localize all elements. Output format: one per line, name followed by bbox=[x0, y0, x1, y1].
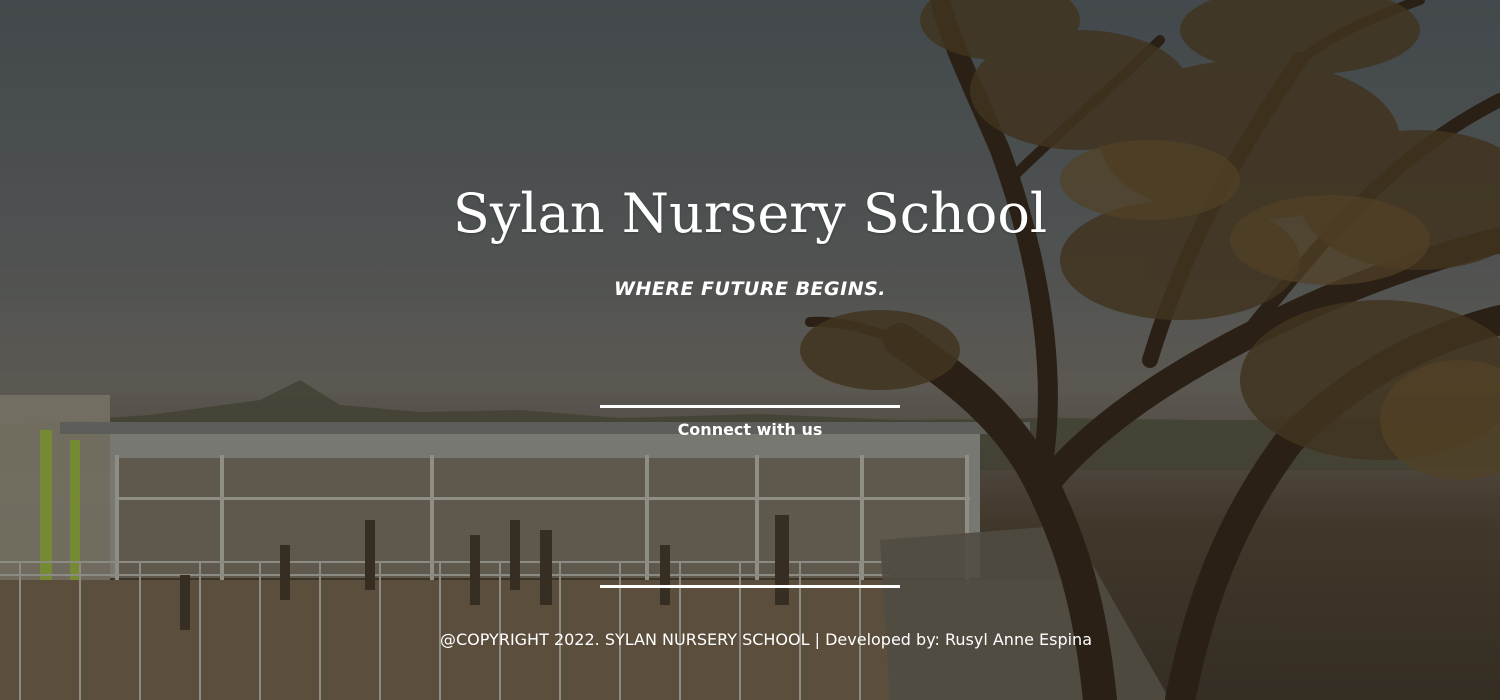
page-title: Sylan Nursery School bbox=[452, 182, 1048, 245]
divider-top bbox=[600, 405, 900, 408]
dark-overlay bbox=[0, 0, 1500, 700]
hero-section: Sylan Nursery School WHERE FUTURE BEGINS… bbox=[0, 0, 1500, 700]
footer-copyright: @COPYRIGHT 2022. SYLAN NURSERY SCHOOL | … bbox=[439, 630, 1092, 649]
divider-bottom bbox=[600, 585, 900, 588]
connect-link[interactable]: Connect with us bbox=[0, 420, 1500, 439]
tagline: WHERE FUTURE BEGINS. bbox=[613, 278, 886, 300]
